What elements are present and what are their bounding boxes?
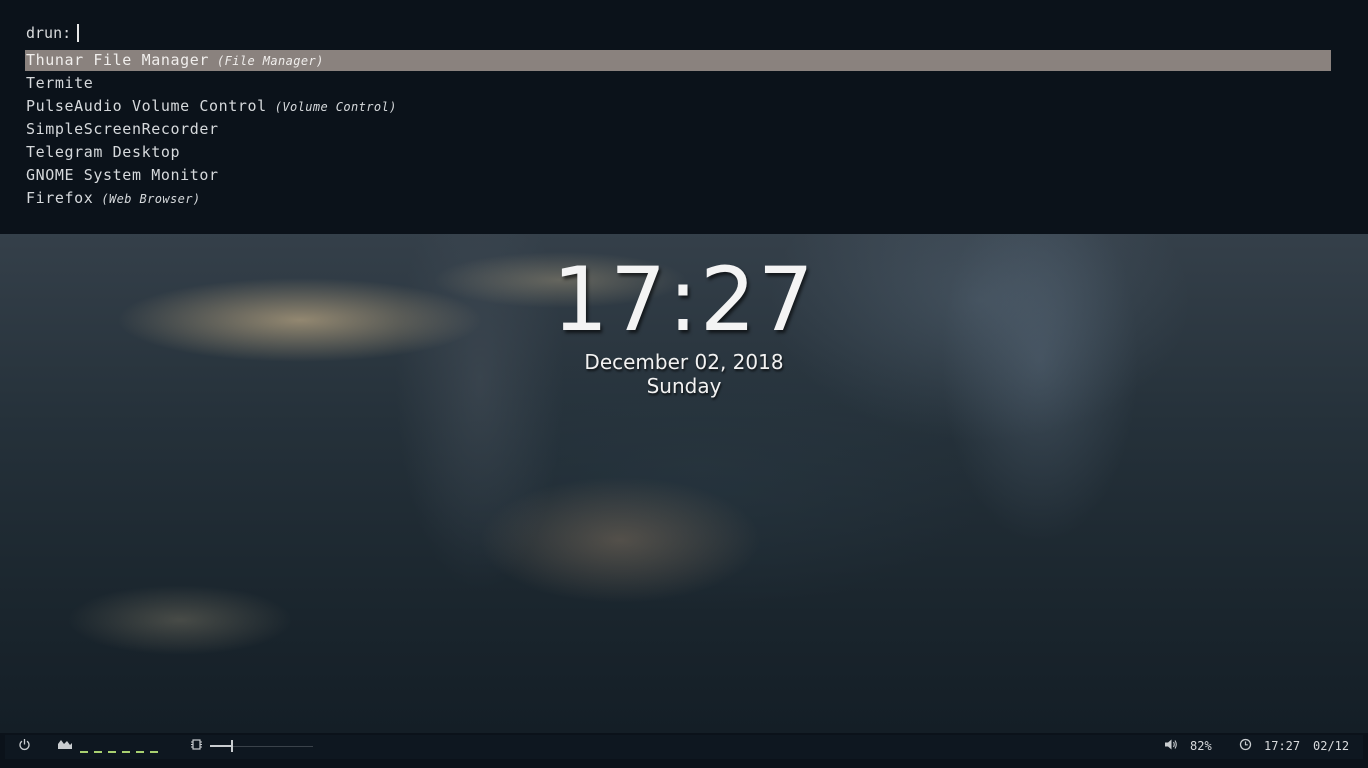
launcher-prompt[interactable]: drun: [26, 22, 80, 44]
entry-generic-name: (Volume Control) [274, 100, 397, 114]
prompt-mode-label: drun: [26, 24, 72, 42]
entry-name: Telegram Desktop [26, 143, 181, 161]
cpu-graph-bar [136, 751, 144, 753]
memory-chip-icon [190, 738, 203, 754]
bar-date[interactable]: 02/12 [1313, 739, 1349, 753]
entry-generic-name: (Web Browser) [101, 192, 201, 206]
desktop-clock-time: 17:27 [552, 248, 816, 351]
status-bar-inner [5, 735, 1363, 759]
cpu-graph-bar [122, 751, 130, 753]
app-launcher: drun: Thunar File Manager (File Manager) … [0, 0, 1368, 234]
power-icon[interactable] [18, 738, 31, 754]
desktop-clock-date: December 02, 2018 [584, 350, 784, 374]
launcher-entry-telegram[interactable]: Telegram Desktop [25, 142, 1331, 165]
entry-name: Thunar File Manager [26, 51, 209, 69]
entry-name: Termite [26, 74, 94, 92]
entry-name: GNOME System Monitor [26, 166, 219, 184]
cpu-graph-bar [94, 751, 102, 753]
launcher-entry-firefox[interactable]: Firefox (Web Browser) [25, 188, 1331, 211]
cpu-graph-bar [108, 751, 116, 753]
entry-name: SimpleScreenRecorder [26, 120, 219, 138]
entry-name: PulseAudio Volume Control [26, 97, 267, 115]
clock-icon [1239, 738, 1252, 754]
speaker-icon[interactable] [1164, 738, 1178, 754]
launcher-entry-thunar[interactable]: Thunar File Manager (File Manager) [25, 50, 1331, 71]
text-cursor [77, 24, 80, 42]
desktop-clock-day: Sunday [646, 374, 722, 398]
launcher-entry-system-monitor[interactable]: GNOME System Monitor [25, 165, 1331, 188]
launcher-entry-termite[interactable]: Termite [25, 73, 1331, 96]
launcher-entry-list: Thunar File Manager (File Manager) Termit… [25, 50, 1331, 211]
cpu-graph-bar [150, 751, 158, 753]
cpu-graph-bar [80, 751, 88, 753]
cpu-graph-icon [57, 738, 73, 753]
entry-generic-name: (File Manager) [216, 54, 324, 68]
launcher-entry-pulseaudio[interactable]: PulseAudio Volume Control (Volume Control… [25, 96, 1331, 119]
memory-usage-fill [210, 745, 231, 747]
entry-name: Firefox [26, 189, 94, 207]
volume-level[interactable]: 82% [1190, 739, 1212, 753]
memory-usage-indicator [231, 740, 233, 752]
launcher-entry-simplescreenrecorder[interactable]: SimpleScreenRecorder [25, 119, 1331, 142]
bar-time[interactable]: 17:27 [1264, 739, 1300, 753]
status-bar: 82% 17:27 02/12 [0, 733, 1368, 768]
cpu-usage-graph [80, 751, 158, 753]
